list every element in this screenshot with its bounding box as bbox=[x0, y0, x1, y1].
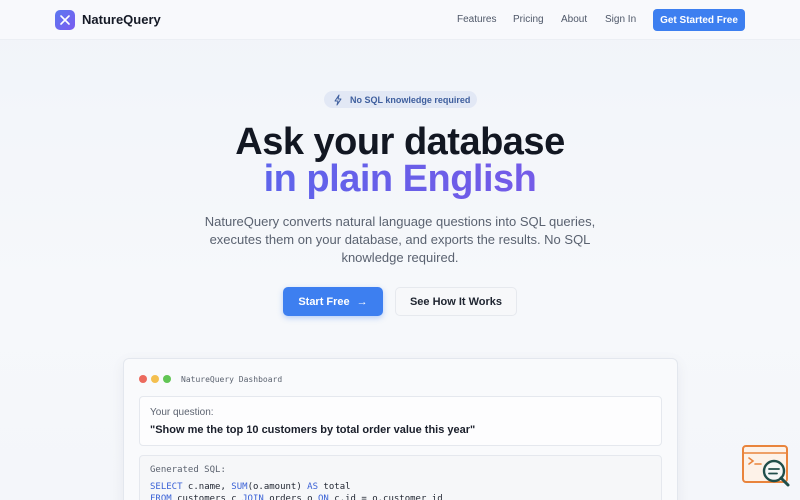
question-text: "Show me the top 10 customers by total o… bbox=[150, 424, 476, 436]
start-free-button[interactable]: Start Free → bbox=[283, 287, 383, 316]
nav-link-about[interactable]: About bbox=[561, 14, 587, 25]
lightning-icon bbox=[334, 94, 342, 105]
sql-box: Generated SQL: SELECT c.name, SUM(o.amou… bbox=[139, 455, 662, 500]
search-chat-icon[interactable] bbox=[741, 444, 791, 488]
nav-link-features[interactable]: Features bbox=[457, 14, 496, 25]
window-minimize-dot bbox=[151, 375, 159, 383]
x-logo-icon[interactable] bbox=[55, 10, 75, 30]
window-close-dot bbox=[139, 375, 147, 383]
nav-link-pricing[interactable]: Pricing bbox=[513, 14, 544, 25]
badge-label: No SQL knowledge required bbox=[350, 94, 471, 105]
no-sql-badge: No SQL knowledge required bbox=[324, 91, 477, 108]
brand-name[interactable]: NatureQuery bbox=[82, 12, 161, 27]
get-started-button[interactable]: Get Started Free bbox=[653, 9, 745, 31]
arrow-right-icon: → bbox=[356, 295, 368, 308]
start-free-label: Start Free bbox=[298, 295, 350, 308]
dashboard-preview: NatureQuery Dashboard Your question: "Sh… bbox=[123, 358, 678, 500]
top-navbar: NatureQuery Features Pricing About Sign … bbox=[0, 0, 800, 40]
sql-label: Generated SQL: bbox=[150, 465, 226, 475]
window-maximize-dot bbox=[163, 375, 171, 383]
question-label: Your question: bbox=[150, 407, 214, 418]
dashboard-title: NatureQuery Dashboard bbox=[181, 375, 283, 384]
question-box: Your question: "Show me the top 10 custo… bbox=[139, 396, 662, 446]
nav-link-sign-in[interactable]: Sign In bbox=[605, 14, 636, 25]
hero-subtitle: NatureQuery converts natural language qu… bbox=[204, 214, 596, 265]
see-how-it-works-button[interactable]: See How It Works bbox=[395, 287, 517, 316]
sql-line: FROM customers c JOIN orders o ON c.id =… bbox=[150, 494, 443, 500]
sql-line: SELECT c.name, SUM(o.amount) AS total bbox=[150, 482, 351, 492]
hero-title-line2: in plain English bbox=[0, 158, 800, 201]
